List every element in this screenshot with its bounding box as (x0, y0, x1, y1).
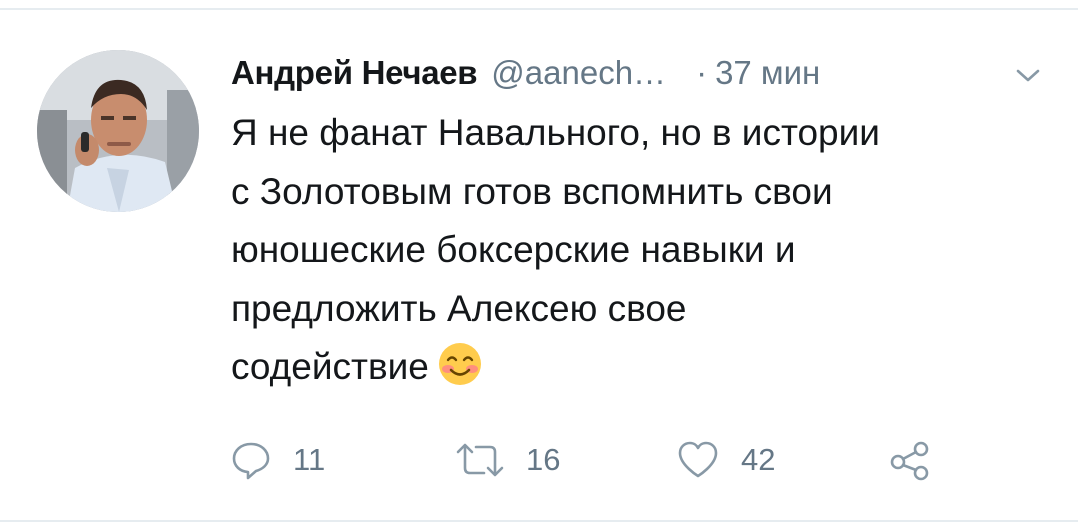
tweet-card[interactable]: Андрей Нечаев @aanech… · 37 мин Я не фан… (0, 0, 1078, 524)
avatar[interactable] (37, 50, 199, 212)
chevron-down-icon[interactable] (1013, 63, 1043, 87)
retweet-button[interactable]: 16 (454, 434, 560, 486)
tweet-actions: 11 16 42 (229, 434, 949, 486)
like-count: 42 (741, 442, 776, 477)
share-icon (890, 441, 929, 481)
tweet-text: Я не фанат Навального, но в истории с Зо… (231, 104, 1031, 397)
top-divider (0, 8, 1078, 10)
tweet-text-line: содействие (231, 346, 429, 387)
reply-icon (232, 442, 270, 480)
share-button[interactable] (887, 434, 933, 486)
tweet-text-line-last: содействие (231, 338, 1031, 397)
author-name[interactable]: Андрей Нечаев (231, 54, 478, 92)
bottom-divider (0, 520, 1078, 522)
tweet-text-line: юношеские боксерские навыки и (231, 229, 796, 270)
reply-button[interactable]: 11 (229, 434, 325, 486)
like-button[interactable]: 42 (675, 434, 775, 486)
tweet-text-line: предложить Алексею свое (231, 287, 687, 329)
retweet-icon (456, 443, 504, 477)
smiling-face-with-blush-emoji (438, 343, 481, 385)
reply-count: 11 (293, 442, 326, 477)
retweet-count: 16 (526, 442, 561, 477)
tweet-header: Андрей Нечаев @aanech… · 37 мин (231, 48, 820, 98)
tweet-text-line: Я не фанат Навального, но в истории (231, 112, 880, 153)
tweet-text-line: с Золотовым готов вспомнить свои (231, 170, 833, 212)
heart-icon (678, 441, 718, 478)
author-handle[interactable]: @aanech… (491, 54, 666, 92)
tweet-timestamp[interactable]: 37 мин (715, 54, 820, 92)
separator-dot: · (696, 54, 708, 91)
